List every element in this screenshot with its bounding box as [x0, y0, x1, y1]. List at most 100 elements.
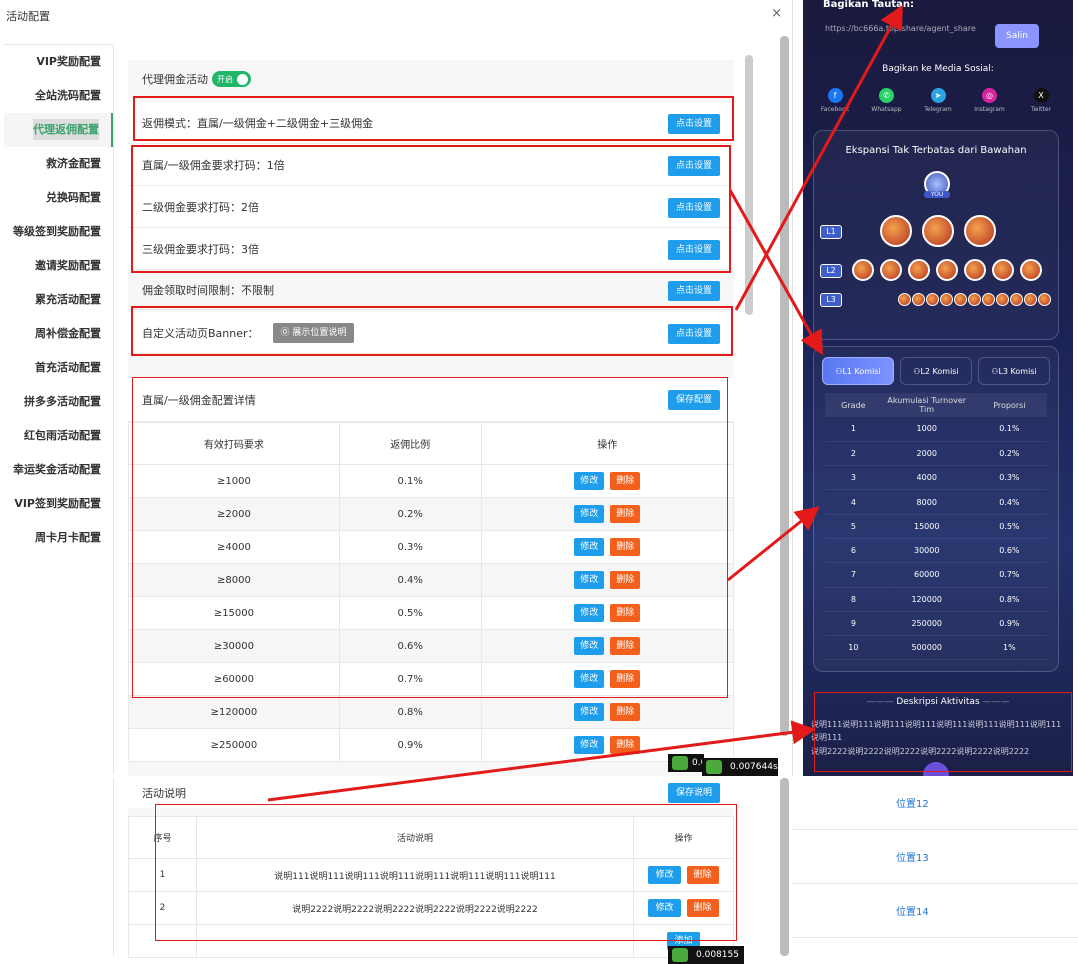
table-row: 6 30000 0.6%	[825, 538, 1047, 564]
expansion-card: Ekspansi Tak Terbatas dari Bawahan YOU L…	[813, 130, 1059, 340]
table-row: 7 60000 0.7%	[825, 562, 1047, 588]
social-whatsapp-button[interactable]: ✆ Whatsapp	[867, 88, 907, 113]
social-facebook-button[interactable]: f Facebook	[815, 88, 855, 113]
sidebar-b	[4, 778, 114, 956]
table-row: 3 4000 0.3%	[825, 465, 1047, 491]
expansion-title: Ekspansi Tak Terbatas dari Bawahan	[845, 145, 1027, 156]
l2-node	[992, 259, 1014, 281]
position-link[interactable]: 位置14	[896, 903, 929, 918]
window-title: 活动配置	[6, 10, 50, 23]
position-list: 位置12 位置13 位置14	[793, 776, 1078, 956]
edit-button[interactable]: 修改	[574, 736, 605, 754]
highlight-box	[132, 377, 728, 698]
l3-node	[940, 293, 953, 306]
sidebar-item-level-signin[interactable]: 等级签到奖励配置	[4, 215, 113, 249]
l2-node	[880, 259, 902, 281]
table-row: 4 8000 0.4%	[825, 489, 1047, 515]
inner-scrollbar[interactable]	[745, 55, 753, 315]
social-instagram-button[interactable]: ◎ Instagram	[970, 88, 1010, 113]
copy-button[interactable]: Salin	[995, 24, 1039, 48]
l3-node	[926, 293, 939, 306]
sidebar-item-wash[interactable]: 全站洗码配置	[4, 79, 113, 113]
social-label: Bagikan ke Media Sosial:	[882, 64, 994, 74]
share-label: Bagikan Tautan:	[823, 0, 915, 10]
timer-badge: 0.007644s	[702, 758, 778, 776]
sidebar-item-first-deposit[interactable]: 首充活动配置	[4, 351, 113, 385]
sidebar-item-weekly[interactable]: 周补偿金配置	[4, 317, 113, 351]
table-row: ≥120000 0.8% 修改 删除	[128, 695, 734, 729]
sidebar-item-vip-signin[interactable]: VIP签到奖励配置	[4, 487, 113, 521]
sidebar-item-agent[interactable]: 代理返佣配置	[4, 113, 113, 147]
activity-label: 代理佣金活动	[142, 73, 208, 86]
twitter-icon: X	[1033, 88, 1049, 103]
sidebar-item-pdd[interactable]: 拼多多活动配置	[4, 385, 113, 419]
mobile-preview: Bagikan Tautan: https://bc666a.top/share…	[803, 0, 1073, 776]
level-badge-l1: L1	[820, 225, 842, 239]
set-button[interactable]: 点击设置	[667, 281, 720, 301]
sidebar-item-cumulative[interactable]: 累充活动配置	[4, 283, 113, 317]
highlight-box	[131, 306, 733, 356]
commission-card: ⚇ L1 Komisi ⚇ L2 Komisi ⚇ L3 Komisi Grad…	[813, 346, 1059, 672]
sidebar-item-redeem[interactable]: 兑换码配置	[4, 181, 113, 215]
highlight-box	[814, 692, 1072, 772]
sidebar-item-invite[interactable]: 邀请奖励配置	[4, 249, 113, 283]
l3-node	[1038, 293, 1051, 306]
config-row-time: 佣金领取时间限制：不限制 点击设置	[128, 270, 734, 310]
l2-node	[936, 259, 958, 281]
highlight-box	[155, 804, 737, 941]
position-link[interactable]: 位置13	[896, 849, 929, 864]
tab-l3[interactable]: ⚇ L3 Komisi	[978, 357, 1050, 385]
table-row: 10 500000 1%	[825, 635, 1047, 661]
delete-button[interactable]: 删除	[610, 736, 641, 754]
position-link[interactable]: 位置12	[896, 795, 929, 810]
l3-node	[912, 293, 925, 306]
level-badge-l3: L3	[820, 293, 842, 307]
table-row: 2 2000 0.2%	[825, 441, 1047, 467]
outer-scrollbar[interactable]	[780, 36, 789, 736]
sidebar-item-vip[interactable]: VIP奖励配置	[4, 45, 113, 79]
outer-scrollbar-b[interactable]	[780, 778, 789, 956]
table-row: 9 250000 0.9%	[825, 611, 1047, 637]
level-badge-l2: L2	[820, 264, 842, 278]
l3-node	[1024, 293, 1037, 306]
table-row: 5 15000 0.5%	[825, 514, 1047, 539]
facebook-icon: f	[827, 88, 843, 103]
timer-badge: 0.008155	[668, 946, 744, 964]
table-row: 1 1000 0.1%	[825, 417, 1047, 442]
sidebar-item-card[interactable]: 周卡月卡配置	[4, 521, 113, 555]
l2-node	[908, 259, 930, 281]
social-twitter-button[interactable]: X Twitter	[1021, 88, 1061, 113]
sidebar-item-redpacket[interactable]: 红包雨活动配置	[4, 419, 113, 453]
save-description-button[interactable]: 保存说明	[667, 783, 720, 803]
tab-l2[interactable]: ⚇ L2 Komisi	[900, 357, 972, 385]
whatsapp-icon: ✆	[879, 88, 894, 103]
telegram-icon: ➤	[930, 88, 946, 103]
highlight-box	[133, 96, 734, 141]
highlight-box	[131, 145, 731, 273]
timer-badge: 0.0	[668, 754, 706, 772]
l3-node	[968, 293, 981, 306]
sidebar-item-lucky[interactable]: 幸运奖金活动配置	[4, 453, 113, 487]
description-title: 活动说明	[142, 787, 186, 800]
l3-node	[996, 293, 1009, 306]
l1-node	[922, 215, 954, 247]
share-url: https://bc666a.top/share/agent_share	[825, 24, 976, 33]
l3-node	[1010, 293, 1023, 306]
close-icon[interactable]: ×	[771, 6, 782, 21]
social-telegram-button[interactable]: ➤ Telegram	[918, 88, 958, 113]
delete-button[interactable]: 删除	[610, 703, 641, 721]
tab-l1[interactable]: ⚇ L1 Komisi	[822, 357, 894, 385]
edit-button[interactable]: 修改	[574, 703, 605, 721]
sidebar-item-relief[interactable]: 救济金配置	[4, 147, 113, 181]
l3-node	[954, 293, 967, 306]
table-row: ≥250000 0.9% 修改 删除	[128, 728, 734, 762]
instagram-icon: ◎	[982, 88, 997, 103]
l2-node	[1020, 259, 1042, 281]
l1-node	[880, 215, 912, 247]
activity-header: 代理佣金活动 开启	[128, 60, 734, 98]
mobile-commission-table: Grade Akumulasi Turnover Tim Proporsi 11…	[825, 393, 1047, 661]
l1-node	[964, 215, 996, 247]
you-label: YOU	[924, 191, 950, 198]
activity-toggle[interactable]: 开启	[212, 71, 251, 87]
l2-node	[852, 259, 874, 281]
